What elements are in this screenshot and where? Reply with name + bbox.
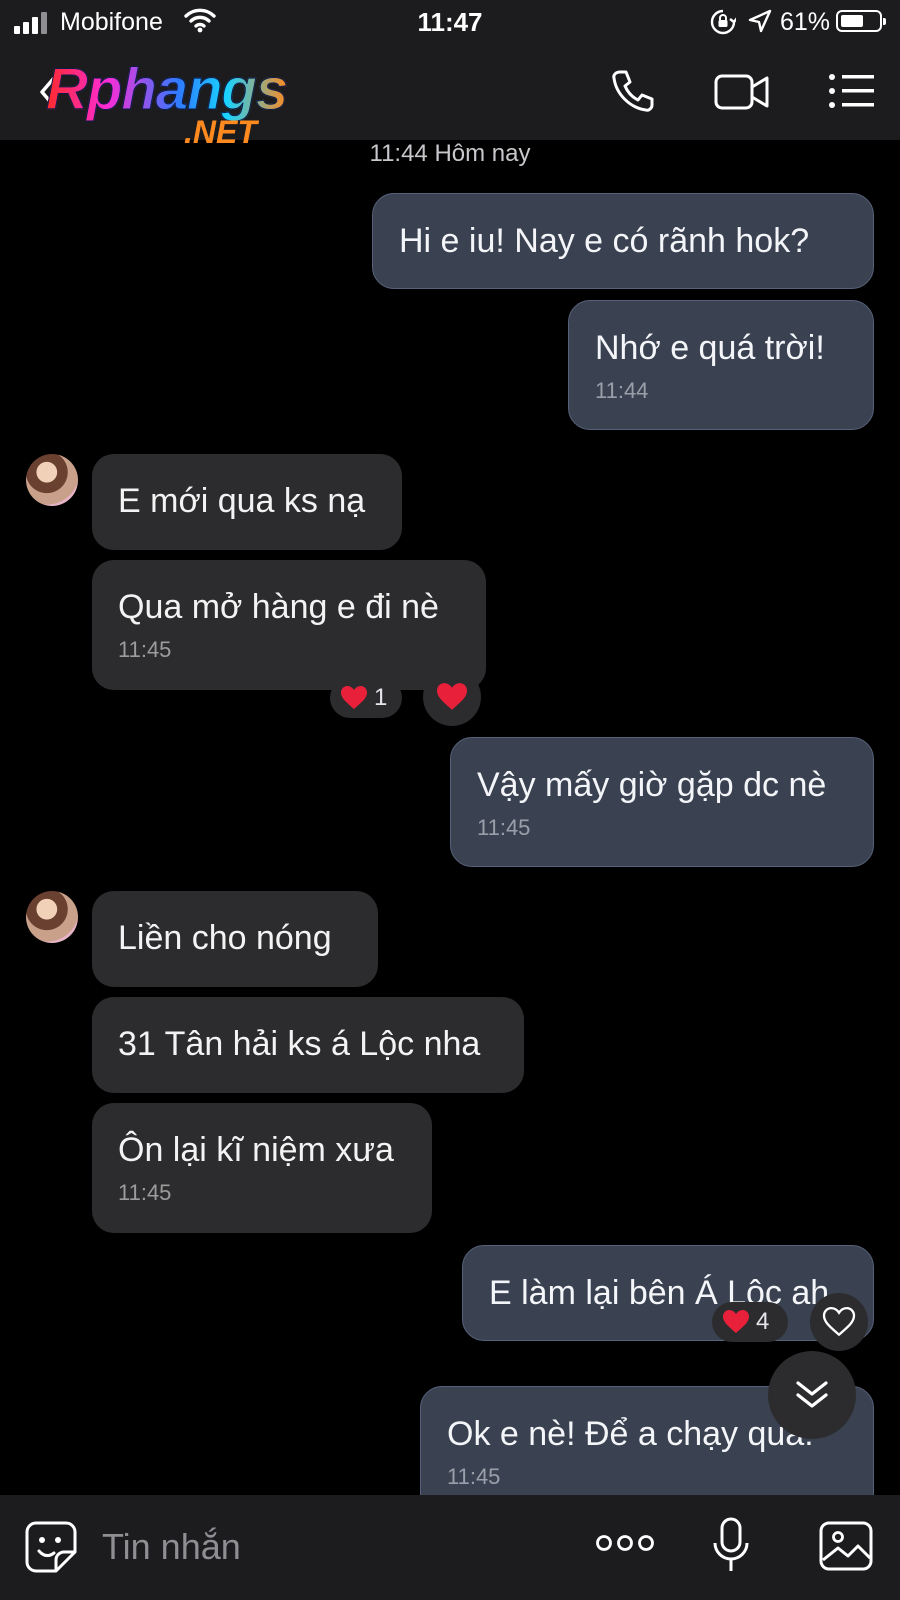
message-list[interactable]: 11:44 Hôm nay Hi e iu! Nay e có rãnh hok… xyxy=(0,140,900,1495)
message-text: Liền cho nóng xyxy=(118,919,332,957)
reaction-count: 4 xyxy=(756,1308,770,1335)
composer-bar: Tin nhắn xyxy=(0,1495,900,1600)
double-chevron-down-icon xyxy=(796,1381,828,1408)
message-text: Hi e iu! Nay e có rãnh hok? xyxy=(399,222,810,260)
battery-percent: 61% xyxy=(780,8,831,36)
location-icon xyxy=(748,9,772,33)
heart-icon xyxy=(437,683,467,710)
react-button[interactable] xyxy=(810,1293,868,1351)
more-options-icon[interactable] xyxy=(596,1533,654,1553)
reaction-summary[interactable]: 4 xyxy=(712,1302,788,1342)
incoming-message[interactable]: Qua mở hàng e đi nè 11:45 xyxy=(92,560,486,690)
message-text: 31 Tân hải ks á Lộc nha xyxy=(118,1025,481,1063)
scroll-to-bottom-button[interactable] xyxy=(768,1351,856,1439)
outgoing-message[interactable]: Hi e iu! Nay e có rãnh hok? xyxy=(372,193,874,289)
sticker-icon[interactable] xyxy=(24,1520,78,1574)
outgoing-message[interactable]: Vậy mấy giờ gặp dc nè 11:45 xyxy=(450,737,874,867)
heart-icon xyxy=(341,686,367,709)
menu-list-icon[interactable] xyxy=(828,72,876,110)
incoming-message[interactable]: Ôn lại kĩ niệm xưa 11:45 xyxy=(92,1103,432,1233)
outgoing-message[interactable]: Nhớ e quá trời! 11:44 xyxy=(568,300,874,430)
message-time: 11:45 xyxy=(477,815,531,840)
reaction-count: 1 xyxy=(374,684,388,711)
watermark-logo: Rphangs .NET xyxy=(45,56,326,151)
react-button[interactable] xyxy=(423,668,481,726)
logo-word: Rphangs xyxy=(45,57,288,123)
incoming-message[interactable]: 31 Tân hải ks á Lộc nha xyxy=(92,997,524,1093)
orientation-lock-icon xyxy=(710,9,736,35)
message-time: 11:45 xyxy=(118,637,172,662)
message-time: 11:45 xyxy=(118,1180,172,1205)
message-text: Ôn lại kĩ niệm xưa xyxy=(118,1131,394,1169)
message-text: Nhớ e quá trời! xyxy=(595,329,825,367)
reaction-summary[interactable]: 1 xyxy=(330,678,402,718)
message-time: 11:45 xyxy=(447,1464,501,1489)
incoming-message[interactable]: Liền cho nóng xyxy=(92,891,378,987)
heart-outline-icon xyxy=(822,1307,856,1337)
video-call-icon[interactable] xyxy=(714,72,770,112)
message-text: E mới qua ks nạ xyxy=(118,482,366,520)
avatar[interactable] xyxy=(26,891,78,943)
day-stamp: 11:44 Hôm nay xyxy=(369,140,531,167)
heart-icon xyxy=(723,1310,749,1333)
phone-icon[interactable] xyxy=(610,68,656,114)
microphone-icon[interactable] xyxy=(712,1517,750,1575)
chat-header: Rphangs .NET xyxy=(0,46,900,151)
message-input[interactable]: Tin nhắn xyxy=(102,1521,552,1573)
message-text: Qua mở hàng e đi nè xyxy=(118,588,439,626)
message-text: E làm lại bên Á Lộc ah xyxy=(489,1274,830,1312)
status-bar: Mobifone 11:47 61% xyxy=(0,0,900,46)
battery-icon xyxy=(836,10,886,32)
image-icon[interactable] xyxy=(818,1520,874,1572)
message-text: Vậy mấy giờ gặp dc nè xyxy=(477,766,827,804)
avatar[interactable] xyxy=(26,454,78,506)
incoming-message[interactable]: E mới qua ks nạ xyxy=(92,454,402,550)
message-time: 11:44 xyxy=(595,378,649,403)
